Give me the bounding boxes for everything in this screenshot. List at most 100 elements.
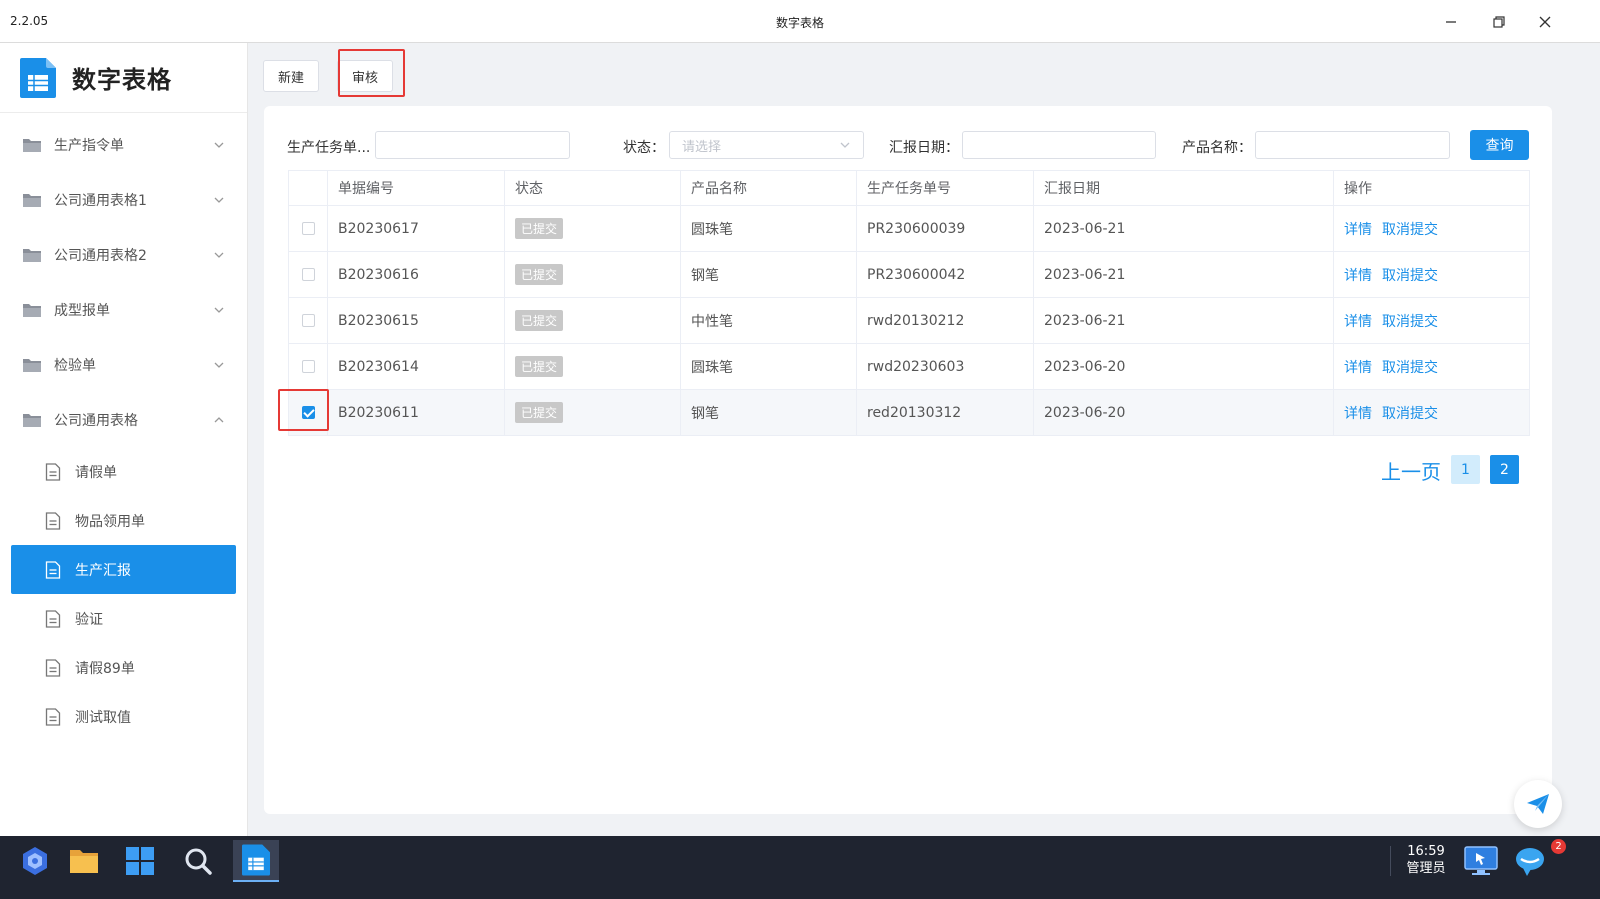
file-manager-button[interactable] bbox=[61, 840, 107, 882]
new-button[interactable]: 新建 bbox=[263, 60, 320, 92]
chevron-down-icon bbox=[214, 197, 224, 203]
search-taskbar-button[interactable] bbox=[175, 840, 221, 882]
paper-plane-icon bbox=[1527, 794, 1549, 814]
row-checkbox[interactable] bbox=[301, 360, 315, 373]
chevron-down-icon bbox=[840, 142, 850, 148]
table-row[interactable]: B20230614 已提交 圆珠笔 rwd20230603 2023-06-20… bbox=[288, 343, 1530, 390]
document-icon bbox=[45, 462, 61, 481]
folder-icon bbox=[23, 303, 41, 317]
sidebar-item-leave-89[interactable]: 请假89单 bbox=[11, 643, 236, 692]
menu-group-production-order[interactable]: 生产指令单 bbox=[0, 117, 247, 172]
chevron-down-icon bbox=[214, 362, 224, 368]
cell-report-date: 2023-06-21 bbox=[1033, 251, 1334, 298]
product-name-label: 产品名称： bbox=[1182, 140, 1252, 156]
restore-button[interactable] bbox=[1484, 8, 1514, 36]
start-launcher-button[interactable] bbox=[12, 840, 58, 882]
folder-icon bbox=[23, 193, 41, 207]
sidebar-item-label: 生产汇报 bbox=[75, 562, 131, 579]
detail-link[interactable]: 详情 bbox=[1344, 406, 1372, 422]
windows-start-button[interactable] bbox=[117, 840, 163, 882]
row-checkbox[interactable] bbox=[301, 222, 315, 235]
detail-link[interactable]: 详情 bbox=[1344, 222, 1372, 238]
report-date-label: 汇报日期： bbox=[889, 140, 959, 156]
menu-group-common-table-1[interactable]: 公司通用表格1 bbox=[0, 172, 247, 227]
table-row-selected[interactable]: B20230611 已提交 钢笔 red20130312 2023-06-20 … bbox=[288, 389, 1530, 436]
close-icon bbox=[1539, 16, 1551, 28]
folder-icon bbox=[23, 358, 41, 372]
spreadsheet-app-button[interactable] bbox=[233, 840, 279, 882]
sidebar-item-label: 测试取值 bbox=[75, 709, 131, 726]
minimize-button[interactable] bbox=[1436, 8, 1466, 36]
row-checkbox[interactable] bbox=[301, 268, 315, 281]
monitor-icon bbox=[1464, 846, 1498, 875]
title-bar: 2.2.05 数字表格 bbox=[0, 0, 1600, 43]
document-icon bbox=[45, 609, 61, 628]
close-window-button[interactable] bbox=[1530, 8, 1560, 36]
sidebar-item-leave-form[interactable]: 请假单 bbox=[11, 447, 236, 496]
table-header-row: 单据编号 状态 产品名称 生产任务单号 汇报日期 操作 bbox=[288, 170, 1530, 206]
sidebar-item-label: 物品领用单 bbox=[75, 513, 145, 530]
table-row[interactable]: B20230615 已提交 中性笔 rwd20130212 2023-06-21… bbox=[288, 297, 1530, 344]
chevron-down-icon bbox=[214, 307, 224, 313]
messenger-button[interactable] bbox=[1507, 840, 1553, 882]
cell-doc-no: B20230616 bbox=[327, 251, 505, 298]
sidebar-item-requisition[interactable]: 物品领用单 bbox=[11, 496, 236, 545]
detail-link[interactable]: 详情 bbox=[1344, 268, 1372, 284]
report-date-input[interactable] bbox=[962, 131, 1156, 159]
sidebar-item-test-value[interactable]: 测试取值 bbox=[11, 692, 236, 741]
tray-divider bbox=[1390, 846, 1391, 876]
page-2-button[interactable]: 2 bbox=[1490, 455, 1519, 484]
cancel-submit-link[interactable]: 取消提交 bbox=[1382, 222, 1438, 238]
folder-icon bbox=[23, 248, 41, 262]
cancel-submit-link[interactable]: 取消提交 bbox=[1382, 360, 1438, 376]
query-button[interactable]: 查询 bbox=[1470, 130, 1529, 160]
send-float-button[interactable] bbox=[1514, 780, 1562, 828]
notification-badge: 2 bbox=[1551, 839, 1566, 854]
cell-report-date: 2023-06-20 bbox=[1033, 343, 1334, 390]
taskbar-clock[interactable]: 16:59 管理员 bbox=[1396, 843, 1456, 877]
sidebar: 数字表格 生产指令单 公司通用表格1 公司通用表格2 成型报单 检验单 公司通用… bbox=[0, 43, 248, 851]
table-row[interactable]: B20230616 已提交 钢笔 PR230600042 2023-06-21 … bbox=[288, 251, 1530, 298]
sidebar-item-label: 请假89单 bbox=[75, 660, 135, 677]
app-version: 2.2.05 bbox=[10, 14, 49, 28]
cancel-submit-link[interactable]: 取消提交 bbox=[1382, 314, 1438, 330]
detail-link[interactable]: 详情 bbox=[1344, 314, 1372, 330]
table-row[interactable]: B20230617 已提交 圆珠笔 PR230600039 2023-06-21… bbox=[288, 205, 1530, 252]
minimize-icon bbox=[1446, 21, 1456, 23]
brand-name: 数字表格 bbox=[72, 66, 172, 94]
status-badge: 已提交 bbox=[515, 264, 564, 285]
remote-desktop-button[interactable] bbox=[1458, 840, 1504, 882]
cell-product: 圆珠笔 bbox=[680, 205, 857, 252]
cancel-submit-link[interactable]: 取消提交 bbox=[1382, 406, 1438, 422]
status-select[interactable]: 请选择 bbox=[669, 131, 864, 159]
cell-product: 中性笔 bbox=[680, 297, 857, 344]
row-checkbox-checked[interactable] bbox=[301, 406, 315, 419]
sidebar-item-production-report[interactable]: 生产汇报 bbox=[11, 545, 236, 594]
page-1-button[interactable]: 1 bbox=[1451, 455, 1480, 484]
detail-link[interactable]: 详情 bbox=[1344, 360, 1372, 376]
sidebar-item-verification[interactable]: 验证 bbox=[11, 594, 236, 643]
menu-group-common-table[interactable]: 公司通用表格 bbox=[0, 392, 247, 447]
status-placeholder: 请选择 bbox=[682, 139, 722, 155]
status-badge: 已提交 bbox=[515, 402, 564, 423]
sidebar-item-label: 请假单 bbox=[75, 464, 117, 481]
product-name-input[interactable] bbox=[1255, 131, 1450, 159]
cancel-submit-link[interactable]: 取消提交 bbox=[1382, 268, 1438, 284]
prev-page-button[interactable]: 上一页 bbox=[1381, 456, 1441, 485]
menu-group-molding-report[interactable]: 成型报单 bbox=[0, 282, 247, 337]
cell-doc-no: B20230611 bbox=[327, 389, 505, 436]
menu-group-common-table-2[interactable]: 公司通用表格2 bbox=[0, 227, 247, 282]
status-label: 状态： bbox=[623, 140, 665, 156]
menu-group-inspection[interactable]: 检验单 bbox=[0, 337, 247, 392]
row-checkbox[interactable] bbox=[301, 314, 315, 327]
header-status: 状态 bbox=[504, 170, 681, 206]
window-title: 数字表格 bbox=[775, 16, 824, 30]
menu-group-label: 检验单 bbox=[54, 357, 96, 374]
review-button[interactable]: 审核 bbox=[337, 60, 394, 92]
cell-report-date: 2023-06-21 bbox=[1033, 205, 1334, 252]
windows-icon bbox=[126, 847, 154, 875]
restore-icon bbox=[1493, 16, 1505, 28]
task-no-input[interactable] bbox=[375, 131, 570, 159]
menu-group-label: 公司通用表格2 bbox=[54, 247, 147, 264]
cell-doc-no: B20230614 bbox=[327, 343, 505, 390]
